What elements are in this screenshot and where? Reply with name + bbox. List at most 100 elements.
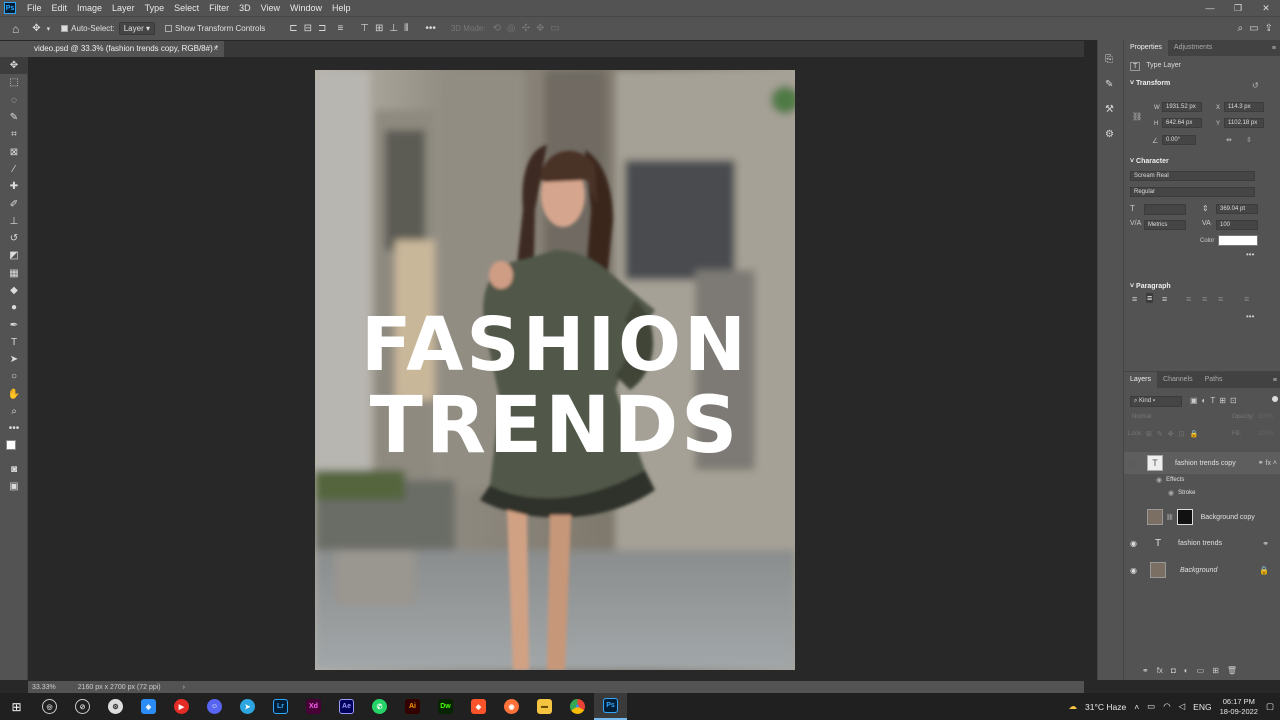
show-transform-option[interactable]: Show Transform Controls: [165, 24, 265, 33]
font-family-dropdown[interactable]: Scream Real: [1130, 171, 1255, 181]
layer-filter-icons[interactable]: ▣◐T⊞⊡: [1190, 396, 1241, 405]
leading-field[interactable]: 369.04 pt: [1216, 204, 1258, 214]
layer-filter-dropdown[interactable]: ⌕ Kind ▾: [1130, 396, 1182, 407]
visibility-toggle-icon[interactable]: ◻: [1127, 459, 1147, 468]
layer-row-background[interactable]: ◉ Background 🔒: [1124, 559, 1280, 581]
effects-eye-icon[interactable]: ◉: [1156, 476, 1162, 484]
transform-section-title[interactable]: ˅ Transform: [1130, 80, 1170, 87]
vlc-app-icon[interactable]: ⊘: [66, 693, 99, 720]
search-icon[interactable]: ⌕: [1238, 23, 1244, 34]
align-bottom-edges-icon[interactable]: ⊥: [389, 23, 398, 34]
move-tool-preset-icon[interactable]: ✥: [32, 23, 40, 34]
youtube-icon[interactable]: ▶: [165, 693, 198, 720]
justify-last-center-icon[interactable]: ≡: [1202, 294, 1207, 304]
layer-fx-icon[interactable]: ⚭ fx ˄: [1258, 459, 1277, 467]
eye-icon[interactable]: ◉: [1130, 566, 1150, 575]
brave-icon[interactable]: ◆: [462, 693, 495, 720]
reset-transform-icon[interactable]: ↺: [1252, 81, 1259, 90]
telegram-icon[interactable]: ➤: [231, 693, 264, 720]
layers-menu-icon[interactable]: ≡: [1273, 377, 1277, 384]
auto-select-checkbox[interactable]: [61, 25, 69, 32]
show-transform-checkbox[interactable]: [165, 25, 172, 32]
y-field[interactable]: 1102.18 px: [1224, 118, 1264, 128]
new-layer-icon[interactable]: ⊞: [1212, 666, 1219, 675]
more-character-options-icon[interactable]: •••: [1246, 250, 1254, 259]
chevron-down-icon[interactable]: ▾: [47, 25, 51, 33]
distribute-vertical-icon[interactable]: ≡: [337, 23, 343, 34]
menu-view[interactable]: View: [256, 3, 285, 13]
document-tab[interactable]: video.psd @ 33.3% (fashion trends copy, …: [28, 41, 224, 57]
whatsapp-icon[interactable]: ✆: [363, 693, 396, 720]
clone-stamp-tool-icon[interactable]: ⊥: [0, 213, 28, 230]
text-color-swatch[interactable]: [1218, 235, 1258, 246]
blur-tool-icon[interactable]: ◆: [0, 282, 28, 299]
volume-icon[interactable]: ◁: [1179, 701, 1186, 712]
color-swatches[interactable]: [0, 438, 28, 455]
after-effects-icon[interactable]: Ae: [330, 693, 363, 720]
crop-tool-icon[interactable]: ⌗: [0, 126, 28, 143]
delete-layer-icon[interactable]: 🗑: [1227, 666, 1237, 675]
gradient-tool-icon[interactable]: ▦: [0, 265, 28, 282]
lock-icons[interactable]: ⊞✎✥⊡🔒: [1146, 430, 1203, 438]
windows-start-icon[interactable]: ⊞: [0, 693, 33, 720]
menu-file[interactable]: File: [22, 3, 47, 13]
height-field[interactable]: 642.64 px: [1162, 118, 1202, 128]
angle-field[interactable]: 0.00°: [1162, 135, 1196, 145]
menu-layer[interactable]: Layer: [107, 3, 140, 13]
stroke-eye-icon[interactable]: ◉: [1168, 489, 1174, 497]
discord-icon[interactable]: ☺: [198, 693, 231, 720]
more-tools-icon[interactable]: •••: [0, 420, 28, 437]
brush-tool-icon[interactable]: ✐: [0, 195, 28, 212]
menu-image[interactable]: Image: [72, 3, 107, 13]
group-icon[interactable]: ▭: [1197, 666, 1205, 675]
steam-icon[interactable]: ⚙: [99, 693, 132, 720]
width-field[interactable]: 1931.52 px: [1162, 102, 1202, 112]
close-tab-icon[interactable]: ×: [213, 41, 218, 57]
vpn-icon[interactable]: ◈: [132, 693, 165, 720]
move-tool-icon[interactable]: ✥: [0, 57, 28, 75]
weather-icon[interactable]: ☁: [1069, 701, 1078, 712]
clock[interactable]: 06:17 PM 18-09-2022: [1220, 697, 1258, 717]
tab-paths[interactable]: Paths: [1199, 372, 1229, 388]
fx-icon[interactable]: fx: [1157, 666, 1163, 675]
opacity-value[interactable]: 100%: [1258, 414, 1273, 420]
filter-toggle-icon[interactable]: [1272, 396, 1278, 402]
align-vertical-centers-icon[interactable]: ⊞: [375, 23, 383, 34]
distribute-horizontal-icon[interactable]: ⫴: [404, 23, 408, 34]
chrome-icon[interactable]: ●: [561, 693, 594, 720]
layer-name[interactable]: Background: [1180, 567, 1217, 574]
screen-mode-icon[interactable]: ▣: [0, 478, 28, 495]
history-brush-tool-icon[interactable]: ↺: [0, 230, 28, 247]
font-size-field[interactable]: [1144, 204, 1186, 215]
justify-last-right-icon[interactable]: ≡: [1218, 294, 1223, 304]
zoom-tool-icon[interactable]: ⌕: [0, 403, 28, 420]
flip-vertical-icon[interactable]: ⇳: [1246, 136, 1252, 144]
link-dimensions-icon[interactable]: ⛓: [1132, 112, 1142, 121]
files-icon[interactable]: ▬: [528, 693, 561, 720]
brush-settings-icon[interactable]: ✎: [1105, 79, 1123, 90]
tab-adjustments[interactable]: Adjustments: [1168, 40, 1219, 56]
wifi-icon[interactable]: ◠: [1163, 701, 1170, 712]
auto-select-target-dropdown[interactable]: Layer ▾: [118, 22, 155, 35]
history-panel-icon[interactable]: ⎘: [1105, 54, 1123, 65]
workspace-icon[interactable]: ▭: [1249, 23, 1258, 34]
menu-window[interactable]: Window: [285, 3, 327, 13]
align-left-text-icon[interactable]: ≡: [1132, 294, 1137, 304]
tab-channels[interactable]: Channels: [1157, 372, 1199, 388]
eyedropper-tool-icon[interactable]: ⁄: [0, 161, 28, 178]
illustrator-icon[interactable]: Ai: [396, 693, 429, 720]
menu-help[interactable]: Help: [327, 3, 356, 13]
character-section-title[interactable]: ˅ Character: [1130, 158, 1169, 165]
tab-layers[interactable]: Layers: [1124, 372, 1158, 388]
frame-tool-icon[interactable]: ⊠: [0, 143, 28, 160]
lasso-tool-icon[interactable]: ◌: [0, 92, 28, 109]
tracking-field[interactable]: 100: [1216, 220, 1258, 230]
align-left-edges-icon[interactable]: ⊏: [289, 23, 297, 34]
paragraph-section-title[interactable]: ˅ Paragraph: [1130, 283, 1171, 290]
close-window-button[interactable]: ✕: [1252, 0, 1280, 16]
pen-tool-icon[interactable]: ✒: [0, 316, 28, 333]
restore-button[interactable]: ❐: [1224, 0, 1252, 16]
lock-icon[interactable]: 🔒: [1259, 566, 1269, 575]
panel-menu-icon[interactable]: ≡: [1272, 45, 1276, 52]
tray-chevron-icon[interactable]: ˄: [1134, 702, 1139, 712]
